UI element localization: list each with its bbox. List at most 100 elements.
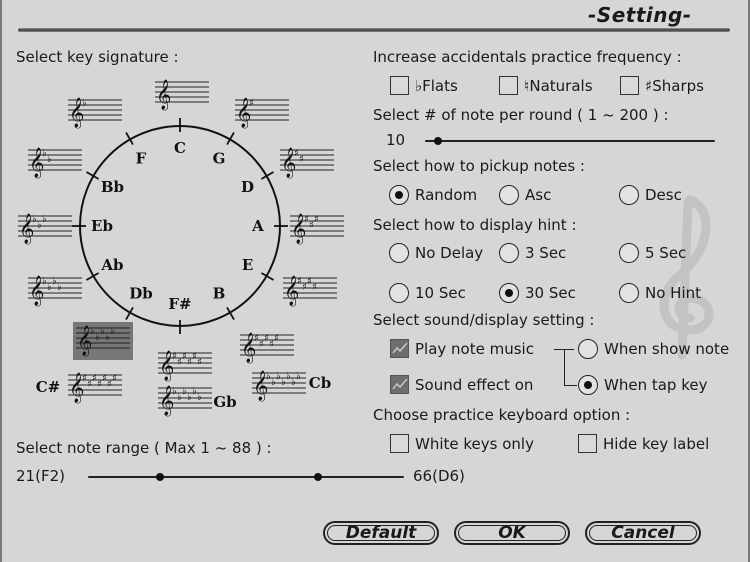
notes-per-round-slider-track[interactable] xyxy=(425,140,715,142)
sound-effect-label: Sound effect on xyxy=(415,375,534,394)
key-staff-d[interactable]: 𝄞♯♯ xyxy=(280,147,334,179)
title-divider xyxy=(18,28,730,32)
hint-no-hint-label: No Hint xyxy=(645,284,702,302)
key-staff-b[interactable]: 𝄞♯♯♯♯♯ xyxy=(240,332,294,364)
sharp-icon: ♯ xyxy=(299,154,304,165)
checkbox-box[interactable] xyxy=(390,339,409,358)
key-staff-bb[interactable]: 𝄞♭♭ xyxy=(28,147,82,179)
key-staff-ab[interactable]: 𝄞♭♭♭♭ xyxy=(28,275,82,307)
sound-display-label: Select sound/display setting : xyxy=(373,311,595,329)
key-label-cb[interactable]: Cb xyxy=(309,374,331,392)
checkbox-box[interactable] xyxy=(390,76,409,95)
page-title: -Setting- xyxy=(588,3,692,27)
key-label-bb[interactable]: Bb xyxy=(101,178,124,196)
radio-circle[interactable] xyxy=(499,185,519,205)
when-show-note-radio[interactable]: When show note xyxy=(578,339,729,359)
radio-circle[interactable] xyxy=(389,243,409,263)
key-staff-csharp[interactable]: 𝄞♯♯♯♯♯♯♯ xyxy=(68,372,122,404)
when-tap-key-label: When tap key xyxy=(604,376,708,394)
radio-circle[interactable] xyxy=(499,283,519,303)
ok-button[interactable]: OK xyxy=(454,521,570,545)
checkbox-box[interactable] xyxy=(578,434,597,453)
radio-circle[interactable] xyxy=(578,375,598,395)
cancel-button[interactable]: Cancel xyxy=(585,521,701,545)
sharp-icon: ♯ xyxy=(645,76,653,95)
default-button[interactable]: Default xyxy=(323,521,439,545)
key-label-gb[interactable]: Gb xyxy=(213,393,236,411)
key-label-f[interactable]: F xyxy=(136,149,147,167)
when-tap-key-radio[interactable]: When tap key xyxy=(578,375,707,395)
hint-30-sec-label: 30 Sec xyxy=(525,284,576,302)
key-label-db[interactable]: Db xyxy=(129,285,153,303)
circle-of-fifths[interactable]: C GD A EB F# Db Ab Eb Bb F C# Gb Cb 𝄞 𝄞♯ 𝄞♯♯ 𝄞♯♯♯ 𝄞♯♯♯♯ 𝄞♯… xyxy=(0,70,360,440)
hide-key-label-checkbox[interactable]: Hide key label xyxy=(578,434,709,453)
hint-3-sec-label: 3 Sec xyxy=(525,244,567,262)
pickup-asc-radio[interactable]: Asc xyxy=(499,185,551,205)
key-label-ab[interactable]: Ab xyxy=(100,256,123,274)
key-staff-fsharp[interactable]: 𝄞♯♯♯♯♯♯ xyxy=(158,350,212,382)
pickup-random-label: Random xyxy=(415,186,478,204)
key-staff-eb[interactable]: 𝄞♭♭♭ xyxy=(18,213,72,245)
pickup-desc-radio[interactable]: Desc xyxy=(619,185,682,205)
radio-circle[interactable] xyxy=(619,243,639,263)
key-staff-g[interactable]: 𝄞♯ xyxy=(235,97,289,129)
hint-no-delay-radio[interactable]: No Delay xyxy=(389,243,483,263)
key-staff-c[interactable]: 𝄞 xyxy=(155,79,209,111)
key-staff-cb[interactable]: 𝄞♭♭♭♭♭♭♭ xyxy=(252,370,306,402)
checkbox-box[interactable] xyxy=(499,76,518,95)
checkbox-box[interactable] xyxy=(620,76,639,95)
notes-per-round-slider-thumb[interactable] xyxy=(434,137,443,145)
sharps-checkbox[interactable]: ♯ Sharps xyxy=(620,76,704,95)
hint-label: Select how to display hint : xyxy=(373,216,577,234)
radio-circle[interactable] xyxy=(389,185,409,205)
key-label-d[interactable]: D xyxy=(241,178,254,196)
hint-5-sec-radio[interactable]: 5 Sec xyxy=(619,243,686,263)
key-staff-e[interactable]: 𝄞♯♯♯♯ xyxy=(283,275,337,307)
key-staff-gb[interactable]: 𝄞♭♭♭♭♭♭ xyxy=(158,385,212,417)
sound-effect-checkbox[interactable]: Sound effect on xyxy=(390,375,533,394)
keyboard-option-label: Choose practice keyboard option : xyxy=(373,406,631,424)
hint-10-sec-radio[interactable]: 10 Sec xyxy=(389,283,466,303)
key-label-e[interactable]: E xyxy=(242,256,253,274)
flats-checkbox[interactable]: ♭ Flats xyxy=(390,76,458,95)
pickup-random-radio[interactable]: Random xyxy=(389,185,477,205)
hint-3-sec-radio[interactable]: 3 Sec xyxy=(499,243,566,263)
key-label-b[interactable]: B xyxy=(213,285,226,303)
naturals-label: Naturals xyxy=(529,76,593,95)
note-range-high-thumb[interactable] xyxy=(313,473,322,481)
note-range-slider-track[interactable] xyxy=(88,476,404,478)
key-label-g[interactable]: G xyxy=(213,149,226,167)
hint-30-sec-radio[interactable]: 30 Sec xyxy=(499,283,576,303)
note-range-low-thumb[interactable] xyxy=(155,473,164,481)
key-label-fsharp[interactable]: F# xyxy=(168,295,191,313)
key-label-c[interactable]: C xyxy=(174,139,186,157)
flat-icon: ♭ xyxy=(296,371,301,382)
radio-circle[interactable] xyxy=(499,243,519,263)
play-note-music-checkbox[interactable]: Play note music xyxy=(390,339,534,358)
key-staff-a[interactable]: 𝄞♯♯♯ xyxy=(290,213,344,245)
flat-icon: ♭ xyxy=(42,214,47,225)
key-label-a[interactable]: A xyxy=(251,217,264,235)
sharp-icon: ♯ xyxy=(314,214,319,225)
key-staff-db[interactable]: 𝄞♭♭♭♭♭ xyxy=(73,322,133,360)
ok-button-label: OK xyxy=(498,523,526,543)
note-range-max-value: 66(D6) xyxy=(413,467,465,485)
accidentals-label: Increase accidentals practice frequency … xyxy=(373,48,682,66)
radio-circle[interactable] xyxy=(389,283,409,303)
radio-circle[interactable] xyxy=(578,339,598,359)
naturals-checkbox[interactable]: ♮ Naturals xyxy=(499,76,593,95)
flat-icon: ♭ xyxy=(82,98,87,109)
white-keys-only-checkbox[interactable]: White keys only xyxy=(390,434,534,453)
sharps-label: Sharps xyxy=(652,76,704,95)
hint-no-hint-radio[interactable]: No Hint xyxy=(619,283,701,303)
key-label-eb[interactable]: Eb xyxy=(91,217,113,235)
key-label-csharp[interactable]: C# xyxy=(36,378,61,396)
pickup-asc-label: Asc xyxy=(525,186,552,204)
checkbox-box[interactable] xyxy=(390,434,409,453)
key-staff-f[interactable]: 𝄞♭ xyxy=(68,97,122,129)
radio-circle[interactable] xyxy=(619,185,639,205)
radio-circle[interactable] xyxy=(619,283,639,303)
checkbox-box[interactable] xyxy=(390,375,409,394)
play-note-music-label: Play note music xyxy=(415,339,534,358)
default-button-label: Default xyxy=(345,523,417,543)
